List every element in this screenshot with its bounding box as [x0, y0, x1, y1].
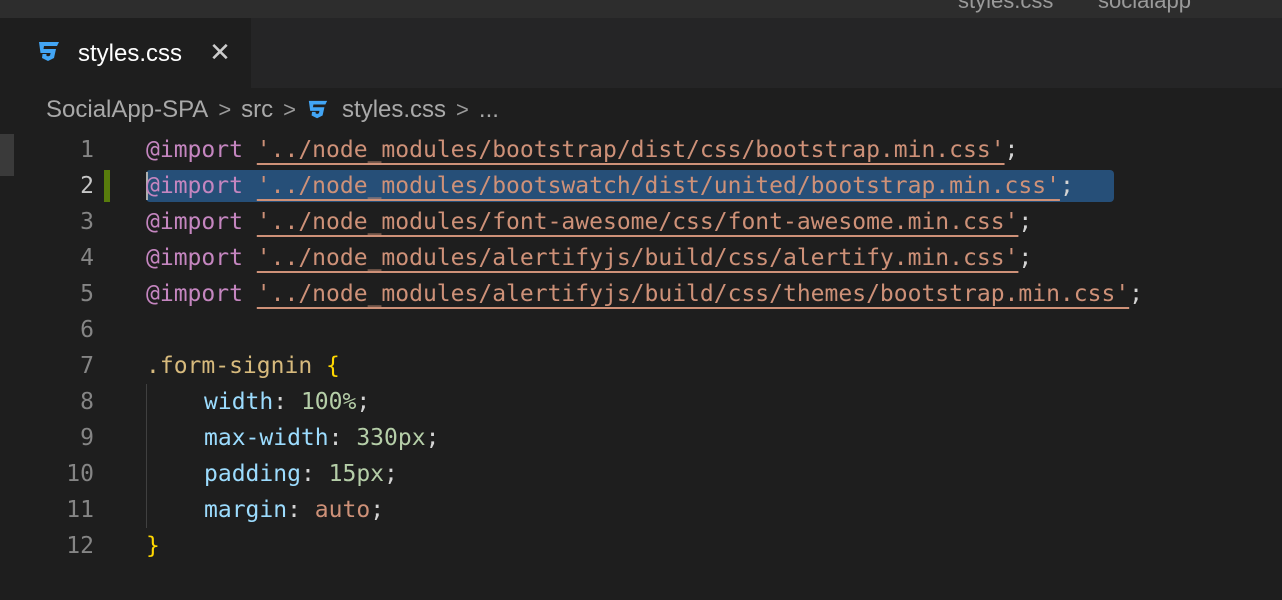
css-value: 330px [356, 425, 426, 451]
at-rule-keyword: @import [146, 137, 243, 163]
css-selector: .form-signin [146, 353, 313, 379]
code-text: margin: auto; [204, 497, 385, 523]
breadcrumb-item-folder[interactable]: src [241, 96, 273, 124]
line-number: 8 [80, 389, 94, 415]
chevron-right-icon: > [456, 97, 469, 122]
code-line[interactable]: 1 @import '../node_modules/bootstrap/dis… [0, 132, 1282, 168]
breadcrumb-item-symbols[interactable]: ... [479, 96, 499, 124]
semicolon: ; [1129, 281, 1144, 307]
line-number: 4 [80, 245, 94, 271]
line-number: 11 [66, 497, 94, 523]
line-number: 7 [80, 353, 94, 379]
breadcrumb-item-project[interactable]: SocialApp-SPA [46, 96, 208, 124]
code-editor[interactable]: 1 @import '../node_modules/bootstrap/dis… [0, 132, 1282, 600]
code-line[interactable]: 4 @import '../node_modules/alertifyjs/bu… [0, 240, 1282, 276]
code-line[interactable]: 11 margin: auto; [0, 492, 1282, 528]
semicolon: ; [1004, 137, 1019, 163]
css-property: max-width [204, 425, 329, 451]
title-text-file: styles.css [958, 0, 1054, 13]
title-bar: styles.css socialapp [0, 0, 1282, 18]
css-property: margin [204, 497, 288, 523]
code-text: padding: 15px; [204, 461, 398, 487]
code-line[interactable]: 10 padding: 15px; [0, 456, 1282, 492]
code-text: @import '../node_modules/alertifyjs/buil… [146, 276, 1143, 312]
import-path: '../node_modules/alertifyjs/build/css/al… [256, 245, 1019, 271]
code-line[interactable]: 6 [0, 312, 1282, 348]
code-line[interactable]: 12 } [0, 528, 1282, 564]
css-value: 15px [328, 461, 385, 487]
line-number: 9 [80, 425, 94, 451]
breadcrumb-item-file[interactable]: styles.css [342, 96, 446, 124]
css-property: width [204, 389, 274, 415]
code-line[interactable]: 5 @import '../node_modules/alertifyjs/bu… [0, 276, 1282, 312]
close-icon[interactable]: ✕ [208, 39, 232, 65]
import-path: '../node_modules/bootswatch/dist/united/… [256, 173, 1060, 199]
chevron-right-icon: > [218, 97, 232, 122]
code-line[interactable]: 7 .form-signin { [0, 348, 1282, 384]
line-number: 3 [80, 209, 94, 235]
import-path: '../node_modules/alertifyjs/build/css/th… [256, 281, 1130, 307]
css-property: padding [204, 461, 301, 487]
line-number: 6 [80, 317, 94, 343]
code-text: @import '../node_modules/alertifyjs/buil… [146, 240, 1032, 276]
close-brace: } [146, 533, 160, 559]
css-value: auto [314, 497, 371, 523]
code-text: width: 100%; [204, 389, 371, 415]
semicolon: ; [1018, 209, 1033, 235]
code-text: @import '../node_modules/bootstrap/dist/… [146, 132, 1018, 168]
semicolon: ; [1059, 173, 1074, 199]
breadcrumb: SocialApp-SPA > src > styles.css > ... [46, 92, 499, 128]
at-rule-keyword: @import [146, 209, 243, 235]
at-rule-keyword: @import [146, 173, 243, 199]
at-rule-keyword: @import [146, 281, 243, 307]
import-path: '../node_modules/font-awesome/css/font-a… [256, 209, 1019, 235]
tab-label: styles.css [78, 40, 183, 67]
at-rule-keyword: @import [146, 245, 243, 271]
code-line-active[interactable]: 2 @import '../node_modules/bootswatch/di… [0, 168, 1282, 204]
code-text: max-width: 330px; [204, 425, 440, 451]
css3-icon [306, 99, 330, 121]
code-text: @import '../node_modules/bootswatch/dist… [146, 168, 1074, 204]
line-number: 1 [80, 137, 94, 163]
code-line[interactable]: 9 max-width: 330px; [0, 420, 1282, 456]
open-brace: { [326, 353, 340, 379]
tab-styles-css[interactable]: styles.css ✕ [0, 18, 251, 88]
code-text: } [146, 528, 160, 564]
code-line[interactable]: 8 width: 100%; [0, 384, 1282, 420]
css-value: 100% [300, 389, 357, 415]
tab-bar: styles.css ✕ [0, 18, 1282, 88]
line-number: 2 [80, 173, 94, 199]
chevron-right-icon: > [283, 97, 297, 122]
import-path: '../node_modules/bootstrap/dist/css/boot… [256, 137, 1005, 163]
line-number: 12 [66, 533, 94, 559]
code-text: @import '../node_modules/font-awesome/cs… [146, 204, 1032, 240]
line-number: 10 [66, 461, 94, 487]
title-text-workspace: socialapp [1098, 0, 1191, 13]
css3-icon [36, 40, 62, 69]
code-line[interactable]: 3 @import '../node_modules/font-awesome/… [0, 204, 1282, 240]
semicolon: ; [1018, 245, 1033, 271]
modified-line-indicator [104, 170, 110, 202]
line-number: 5 [80, 281, 94, 307]
code-text: .form-signin { [146, 348, 340, 384]
